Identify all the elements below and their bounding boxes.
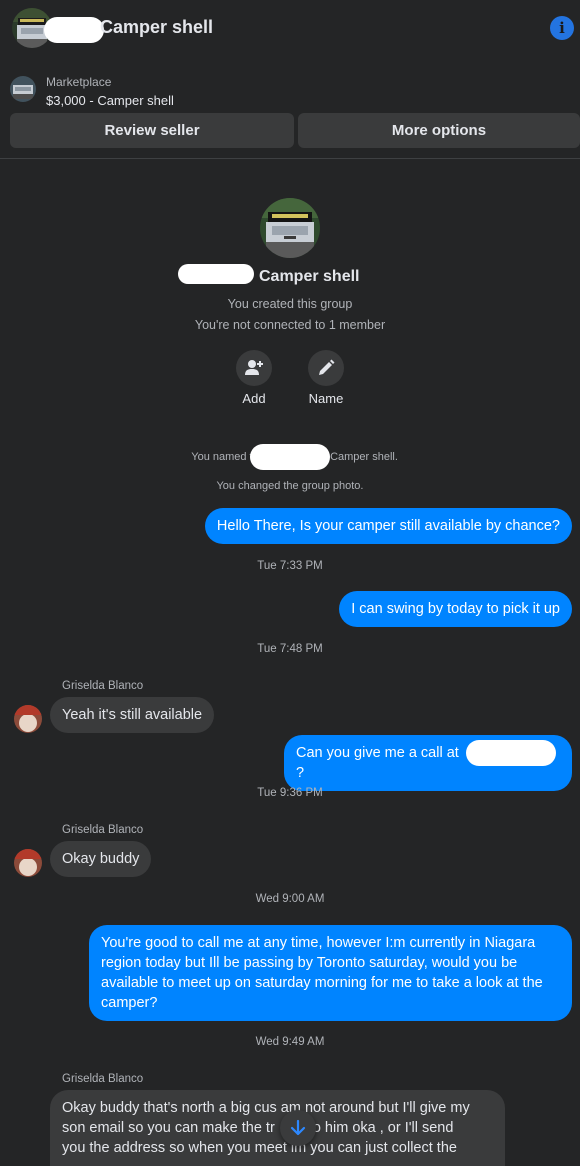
- conversation-title: Camper shell: [100, 17, 214, 37]
- more-options-button[interactable]: More options: [298, 113, 580, 148]
- rename-group-button[interactable]: [308, 350, 344, 386]
- sender-name: Griselda Blanco: [62, 1073, 144, 1085]
- redaction-mark: [178, 264, 254, 284]
- marketplace-label: Marketplace: [46, 75, 112, 89]
- message-timestamp: Tue 7:33 PM: [257, 560, 323, 572]
- message-bubble-outgoing[interactable]: Hello There, Is your camper still availa…: [204, 508, 572, 544]
- group-created-text: You created this group: [227, 297, 353, 311]
- group-photo[interactable]: [260, 198, 320, 258]
- sender-name: Griselda Blanco: [62, 824, 144, 836]
- divider: [0, 158, 580, 159]
- message-text-prefix: Can you give me a call at: [296, 745, 463, 761]
- review-seller-button[interactable]: Review seller: [10, 113, 294, 148]
- sender-avatar[interactable]: [14, 849, 42, 877]
- message-line: you the address so when you meet im you …: [62, 1140, 457, 1156]
- message-bubble-outgoing[interactable]: You're good to call me at any time, howe…: [89, 925, 572, 1021]
- sender-name: Griselda Blanco: [62, 680, 144, 692]
- name-label: Name: [308, 391, 344, 406]
- message-timestamp: Tue 9:36 PM: [257, 787, 323, 799]
- redaction-mark: [466, 740, 556, 766]
- message-bubble-incoming[interactable]: Okay buddy: [50, 841, 152, 877]
- add-label: Add: [242, 391, 266, 406]
- arrow-down-icon: [290, 1119, 306, 1136]
- marketplace-thumbnail[interactable]: [10, 76, 36, 102]
- info-icon[interactable]: i: [550, 16, 574, 40]
- message-text-suffix: ?: [296, 765, 305, 781]
- scroll-to-bottom-button[interactable]: [280, 1110, 316, 1146]
- message-bubble-incoming[interactable]: Yeah it's still available: [50, 697, 215, 733]
- message-bubble-outgoing[interactable]: I can swing by today to pick it up: [339, 591, 572, 627]
- message-line: son email so you can make the tr to him …: [62, 1120, 454, 1136]
- message-bubble-incoming[interactable]: Okay buddy that's north a big cus am not…: [50, 1090, 505, 1166]
- message-timestamp: Wed 9:00 AM: [255, 893, 325, 905]
- conversation-header: Camper shell i: [0, 0, 580, 58]
- connection-text: You're not connected to 1 member: [194, 318, 386, 332]
- add-person-icon: [245, 360, 263, 375]
- sender-avatar[interactable]: [14, 705, 42, 733]
- message-timestamp: Tue 7:48 PM: [257, 643, 323, 655]
- listing-title[interactable]: $3,000 - Camper shell: [46, 93, 174, 108]
- redaction-mark: [44, 17, 104, 43]
- message-line: Okay buddy that's north a big cus am not…: [62, 1100, 470, 1116]
- system-message: You changed the group photo.: [216, 480, 364, 492]
- group-name: Camper shell: [259, 268, 360, 285]
- message-timestamp: Wed 9:49 AM: [255, 1036, 325, 1048]
- system-message-suffix: Camper shell.: [330, 451, 398, 463]
- pencil-icon: [319, 359, 335, 375]
- add-member-button[interactable]: [236, 350, 272, 386]
